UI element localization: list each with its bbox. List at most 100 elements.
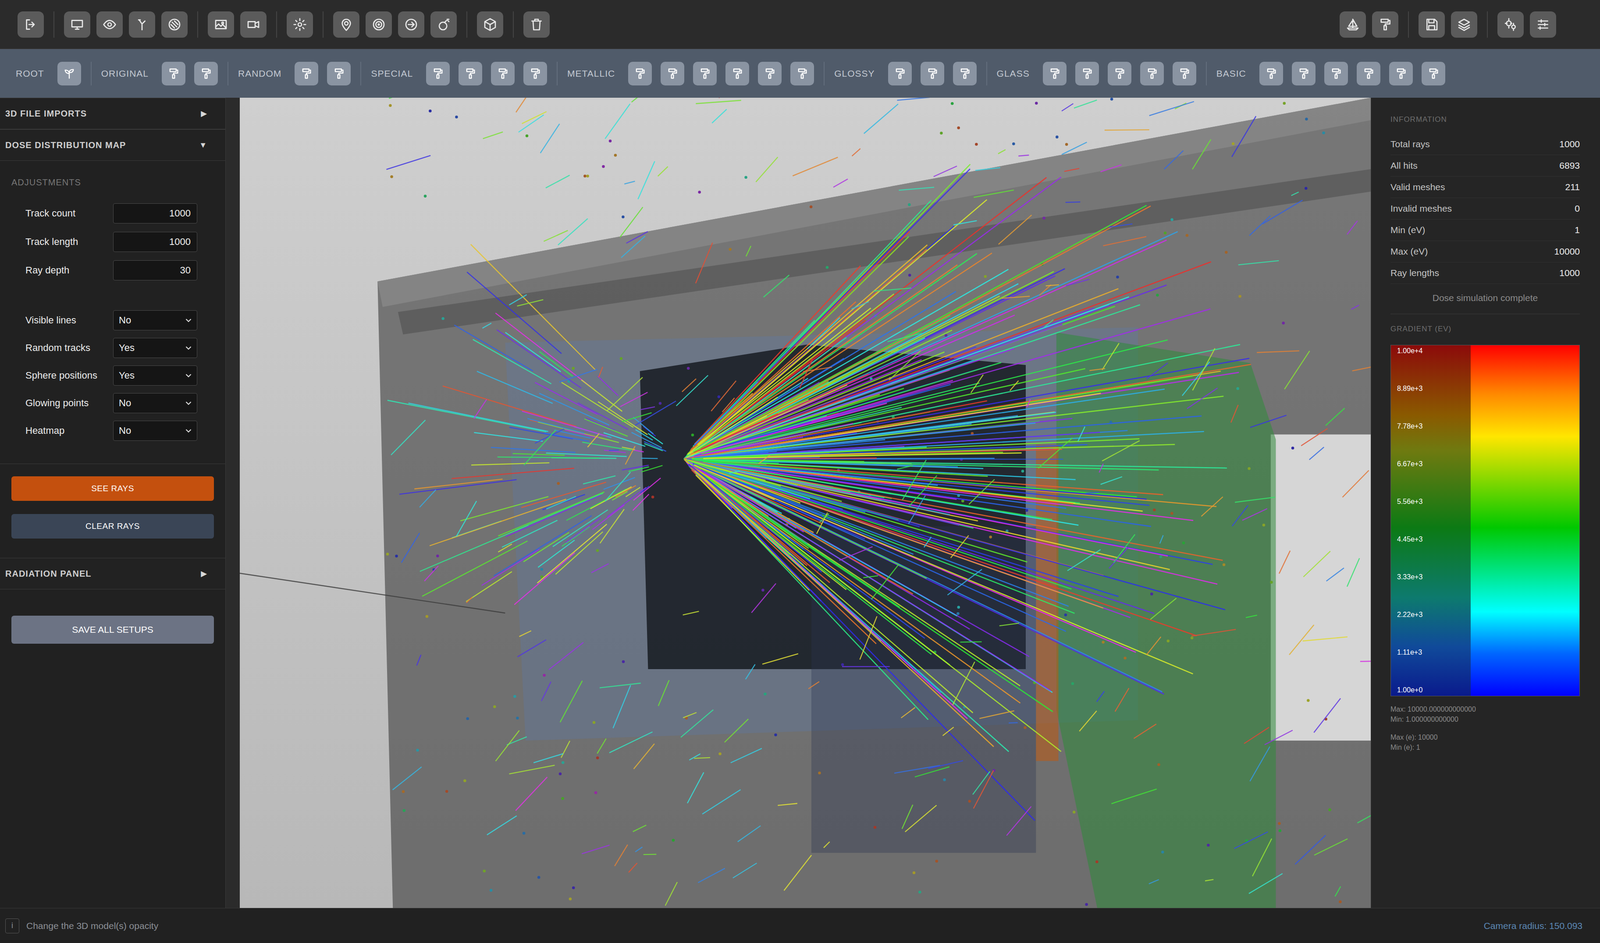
section-header[interactable]: 3D FILE IMPORTS▶ (0, 97, 226, 130)
ray (690, 465, 769, 517)
material-preset-button[interactable] (57, 61, 82, 86)
hit-point (1283, 101, 1287, 105)
material-preset-button[interactable] (523, 61, 548, 86)
material-preset-button[interactable] (1421, 61, 1446, 86)
save-button[interactable] (1418, 11, 1445, 38)
material-preset-button[interactable] (693, 61, 717, 86)
arrow-icon (404, 17, 419, 32)
material-preset-button[interactable] (725, 61, 750, 86)
hit-point (809, 205, 813, 209)
pin-button[interactable] (333, 11, 360, 38)
roller-button[interactable] (1372, 11, 1399, 38)
image-button[interactable] (207, 11, 235, 38)
video-button[interactable] (240, 11, 267, 38)
dropdown[interactable]: No (113, 310, 198, 331)
hit-point (825, 266, 829, 270)
paint-roller-icon (698, 67, 712, 80)
number-input[interactable]: 30 (113, 260, 198, 281)
material-preset-button[interactable] (1291, 61, 1316, 86)
3d-viewport[interactable] (239, 97, 1371, 909)
material-preset-button[interactable] (1107, 61, 1132, 86)
dropdown[interactable]: Yes (113, 365, 198, 386)
hit-point (1222, 563, 1226, 567)
material-preset-button[interactable] (660, 61, 685, 86)
toolbar-group (323, 11, 468, 38)
gears-button[interactable] (1497, 11, 1524, 38)
hit-point (596, 549, 600, 553)
material-preset-button[interactable] (458, 61, 483, 86)
material-preset-button[interactable] (1324, 61, 1348, 86)
material-preset-button[interactable] (1259, 61, 1284, 86)
save-all-button[interactable]: SAVE ALL SETUPS (11, 615, 214, 644)
section-header[interactable]: DOSE DISTRIBUTION MAP▼ (0, 129, 226, 161)
ray (701, 368, 1086, 455)
chevron-down-icon (183, 343, 194, 353)
monitor-button[interactable] (64, 11, 91, 38)
section-header[interactable]: RADIATION PANEL▶ (0, 558, 226, 590)
ray (1077, 426, 1085, 442)
fork-button[interactable] (128, 11, 156, 38)
material-preset-button[interactable] (327, 61, 351, 86)
material-preset-button[interactable] (1075, 61, 1099, 86)
paint-roller-icon (300, 67, 313, 80)
ray (1089, 368, 1106, 371)
primary-button[interactable]: SEE RAYS (11, 476, 214, 502)
trash-button[interactable] (523, 11, 550, 38)
material-preset-button[interactable] (628, 61, 652, 86)
number-input[interactable]: 1000 (113, 203, 198, 224)
disc-button[interactable] (161, 11, 188, 38)
adjustments-panel: ADJUSTMENTSTrack count1000Track length10… (0, 160, 226, 559)
material-preset-button[interactable] (920, 61, 945, 86)
sliders-button[interactable] (1529, 11, 1557, 38)
ray (684, 459, 1223, 561)
cube-button[interactable] (476, 11, 504, 38)
material-preset-button[interactable] (757, 61, 782, 86)
target-button[interactable] (365, 11, 392, 38)
dropdown[interactable]: No (113, 393, 198, 414)
ray (1164, 150, 1184, 170)
ray (898, 187, 935, 191)
ray (1249, 215, 1271, 236)
hit-point (1095, 860, 1099, 864)
material-preset-button[interactable] (1042, 61, 1067, 86)
material-preset-button[interactable] (888, 61, 912, 86)
dropdown[interactable]: No (113, 420, 198, 441)
material-preset-button[interactable] (790, 61, 815, 86)
secondary-button[interactable]: CLEAR RAYS (11, 514, 214, 539)
material-preset-button[interactable] (194, 61, 218, 86)
layers-button[interactable] (1450, 11, 1478, 38)
ray (514, 552, 575, 605)
bomb-button[interactable] (430, 11, 457, 38)
logout-button[interactable] (17, 11, 44, 38)
hit-point (697, 190, 701, 194)
material-preset-button[interactable] (1356, 61, 1381, 86)
material-preset-button[interactable] (294, 61, 319, 86)
hit-point (493, 705, 497, 709)
dropdown[interactable]: Yes (113, 337, 198, 359)
hit-point (525, 134, 529, 138)
hit-point (1012, 142, 1016, 146)
material-preset-button[interactable] (426, 61, 450, 86)
material-preset-button[interactable] (161, 61, 186, 86)
ray (608, 449, 619, 452)
ray (1100, 164, 1122, 172)
gear-button[interactable] (286, 11, 313, 38)
sail-button[interactable] (1339, 11, 1366, 38)
status-hint: Change the 3D model(s) opacity (26, 920, 159, 932)
hit-point (957, 605, 961, 609)
ray (1192, 139, 1211, 170)
material-preset-button[interactable] (1172, 61, 1197, 86)
arrow-button[interactable] (398, 11, 425, 38)
material-preset-button[interactable] (1389, 61, 1413, 86)
material-preset-button[interactable] (490, 61, 515, 86)
ray (902, 460, 927, 501)
material-preset-button[interactable] (952, 61, 977, 86)
ray (1067, 549, 1101, 571)
number-input[interactable]: 1000 (113, 231, 198, 253)
ray (451, 468, 574, 479)
ray (694, 463, 1104, 608)
material-preset-button[interactable] (1140, 61, 1164, 86)
eye-button[interactable] (96, 11, 123, 38)
hit-point (1247, 467, 1251, 471)
hit-point (1025, 508, 1029, 512)
